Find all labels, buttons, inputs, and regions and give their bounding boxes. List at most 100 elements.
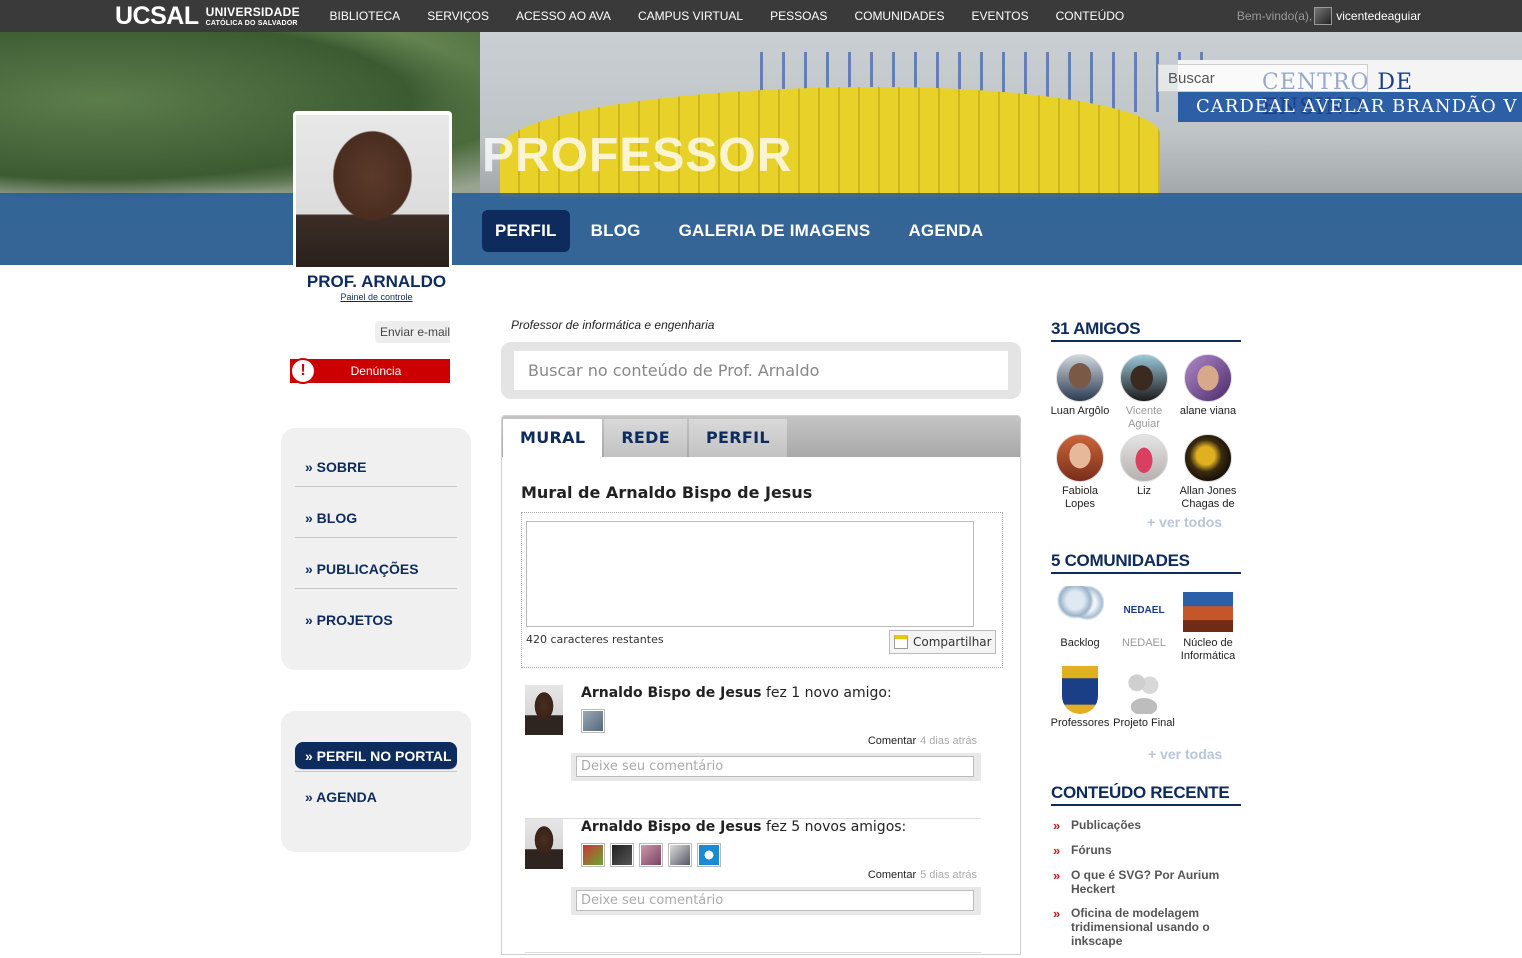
friend-thumb[interactable]	[610, 843, 634, 867]
topnav-eventos[interactable]: EVENTOS	[958, 0, 1042, 32]
content-search-wrapper	[501, 342, 1021, 399]
friend-thumbs	[581, 709, 605, 733]
comment-box	[571, 887, 981, 915]
tab-perfil[interactable]: PERFIL	[688, 419, 787, 457]
topnav-servicos[interactable]: SERVIÇOS	[414, 0, 503, 32]
profile-banner: CENTRO DE ENSINO CARDEAL AVELAR BRANDÃO …	[0, 32, 1522, 265]
recent-item[interactable]: » Fóruns	[1053, 843, 1243, 858]
topnav-acesso-ava[interactable]: ACESSO AO AVA	[503, 0, 625, 32]
menu-sobre[interactable]: » SOBRE	[295, 447, 457, 487]
activity-time: 5 dias atrás	[920, 869, 977, 881]
profile-tab-galeria[interactable]: GALERIA DE IMAGENS	[662, 210, 888, 252]
friend-name: Vicente Aguiar	[1125, 405, 1163, 430]
topnav-conteudo[interactable]: CONTEÚDO	[1042, 0, 1138, 32]
crest-icon	[1062, 666, 1098, 714]
activity-avatar[interactable]	[525, 685, 563, 735]
menu-projetos[interactable]: » PROJETOS	[295, 600, 457, 640]
control-panel-link[interactable]: Painel de controle	[293, 292, 460, 302]
activity-author[interactable]: Arnaldo Bispo de Jesus	[581, 819, 762, 835]
friend-thumb[interactable]	[581, 843, 605, 867]
communities-heading[interactable]: 5 COMUNIDADES	[1051, 551, 1241, 574]
community-card[interactable]: Núcleo de Informática	[1176, 586, 1240, 666]
activity-item: Arnaldo Bispo de Jesus fez 1 novo amigo:…	[525, 685, 981, 819]
recent-item-label: Publicações	[1071, 818, 1142, 832]
friends-heading[interactable]: 31 AMIGOS	[1051, 319, 1241, 342]
topnav-comunidades[interactable]: COMUNIDADES	[841, 0, 958, 32]
friend-card[interactable]: Allan Jones Chagas de	[1176, 434, 1240, 514]
menu-perfil-portal[interactable]: » PERFIL NO PORTAL	[295, 742, 457, 770]
user-avatar-icon[interactable]	[1314, 7, 1333, 25]
tab-rede[interactable]: REDE	[604, 419, 687, 457]
activity-item: Arnaldo Bispo de Jesus fez 5 novos amigo…	[525, 819, 981, 953]
recent-item[interactable]: » Publicações	[1053, 818, 1243, 833]
report-label: Denúncia	[350, 364, 402, 378]
friend-card[interactable]: Fabiola Lopes	[1048, 434, 1112, 514]
friend-thumb[interactable]	[697, 843, 721, 867]
logo-subtitle-line1: UNIVERSIDADE	[205, 4, 300, 19]
menu-blog[interactable]: » BLOG	[295, 498, 457, 538]
activity-meta: Comentar 4 dias atrás	[868, 735, 977, 747]
mural-title: Mural de Arnaldo Bispo de Jesus	[521, 483, 813, 502]
site-search-input[interactable]	[1158, 64, 1368, 92]
comment-link[interactable]: Comentar	[868, 869, 916, 881]
profile-tab-agenda[interactable]: AGENDA	[891, 210, 1000, 252]
community-name: Núcleo de Informática	[1180, 637, 1236, 662]
communities-grid: Backlog NEDAEL NEDAEL Núcleo de Informáti…	[1048, 586, 1240, 746]
menu-publicacoes[interactable]: » PUBLICAÇÕES	[295, 549, 457, 589]
comment-input[interactable]	[576, 890, 974, 911]
community-card[interactable]: Backlog	[1048, 586, 1112, 666]
community-card[interactable]: Professores	[1048, 666, 1112, 746]
activity-author[interactable]: Arnaldo Bispo de Jesus	[581, 685, 762, 701]
content-search-input[interactable]	[514, 351, 1008, 390]
profile-tab-blog[interactable]: BLOG	[574, 210, 658, 252]
comment-link[interactable]: Comentar	[868, 735, 916, 747]
report-button[interactable]: ! Denúncia	[290, 358, 450, 384]
top-bar: UCSAL UNIVERSIDADE CATÓLICA DO SALVADOR …	[0, 0, 1522, 32]
community-name: Backlog	[1060, 637, 1100, 649]
activity-text: Arnaldo Bispo de Jesus fez 1 novo amigo:	[581, 685, 892, 701]
welcome-username-link[interactable]: vicentedeaguiar	[1336, 9, 1421, 23]
profile-name: PROF. ARNALDO	[306, 272, 447, 291]
friend-photo	[1120, 434, 1168, 482]
ucsal-logo[interactable]: UCSAL UNIVERSIDADE CATÓLICA DO SALVADOR	[115, 2, 300, 30]
recent-item[interactable]: » Oficina de modelagem tridimensional usa…	[1053, 906, 1243, 948]
portal-menu: » PERFIL NO PORTAL » AGENDA	[281, 711, 471, 852]
friend-card[interactable]: Vicente Aguiar	[1112, 354, 1176, 434]
see-all-friends-link[interactable]: + ver todos	[1147, 514, 1222, 530]
banner-sign-line2: CARDEAL AVELAR BRANDÃO V	[1196, 96, 1518, 117]
friend-name: Fabiola Lopes	[1061, 485, 1099, 510]
profile-avatar[interactable]	[296, 115, 449, 267]
community-photo	[1183, 592, 1233, 632]
community-card[interactable]: NEDAEL NEDAEL	[1112, 586, 1176, 666]
banner-title: PROFESSOR	[482, 129, 793, 182]
friend-card[interactable]: Luan Argôlo	[1048, 354, 1112, 434]
community-name: Professores	[1050, 717, 1110, 729]
post-textarea[interactable]	[526, 521, 974, 627]
profile-tagline: Professor de informática e engenharia	[511, 318, 715, 332]
friend-thumb[interactable]	[581, 709, 605, 733]
community-name: NEDAEL	[1121, 637, 1167, 649]
activity-avatar[interactable]	[525, 819, 563, 869]
share-button[interactable]: Compartilhar	[889, 630, 996, 654]
topnav-campus-virtual[interactable]: CAMPUS VIRTUAL	[624, 0, 756, 32]
profile-tab-perfil[interactable]: PERFIL	[482, 210, 570, 252]
recent-item-label: O que é SVG? Por Aurium Heckert	[1071, 868, 1220, 896]
topnav-pessoas[interactable]: PESSOAS	[757, 0, 841, 32]
profile-nav: PERFIL BLOG GALERIA DE IMAGENS AGENDA	[482, 210, 1000, 252]
menu-agenda[interactable]: » AGENDA	[295, 771, 457, 811]
friend-card[interactable]: Liz	[1112, 434, 1176, 514]
recent-item[interactable]: » O que é SVG? Por Aurium Heckert	[1053, 868, 1243, 896]
friend-thumb[interactable]	[639, 843, 663, 867]
lightbulb-icon	[1056, 586, 1104, 634]
friend-card[interactable]: alane viana	[1176, 354, 1240, 434]
send-email-button[interactable]: Enviar e-mail	[375, 321, 450, 343]
comment-input[interactable]	[576, 756, 974, 777]
community-card[interactable]: Projeto Final	[1112, 666, 1176, 746]
wall-tabbar: MURAL REDE PERFIL	[502, 416, 1020, 457]
activity-text: Arnaldo Bispo de Jesus fez 5 novos amigo…	[581, 819, 906, 835]
see-all-communities-link[interactable]: + ver todas	[1148, 746, 1222, 762]
topnav-biblioteca[interactable]: BIBLIOTECA	[316, 0, 414, 32]
chars-remaining: 420 caracteres restantes	[526, 633, 664, 646]
tab-mural[interactable]: MURAL	[503, 419, 603, 457]
friend-thumb[interactable]	[668, 843, 692, 867]
